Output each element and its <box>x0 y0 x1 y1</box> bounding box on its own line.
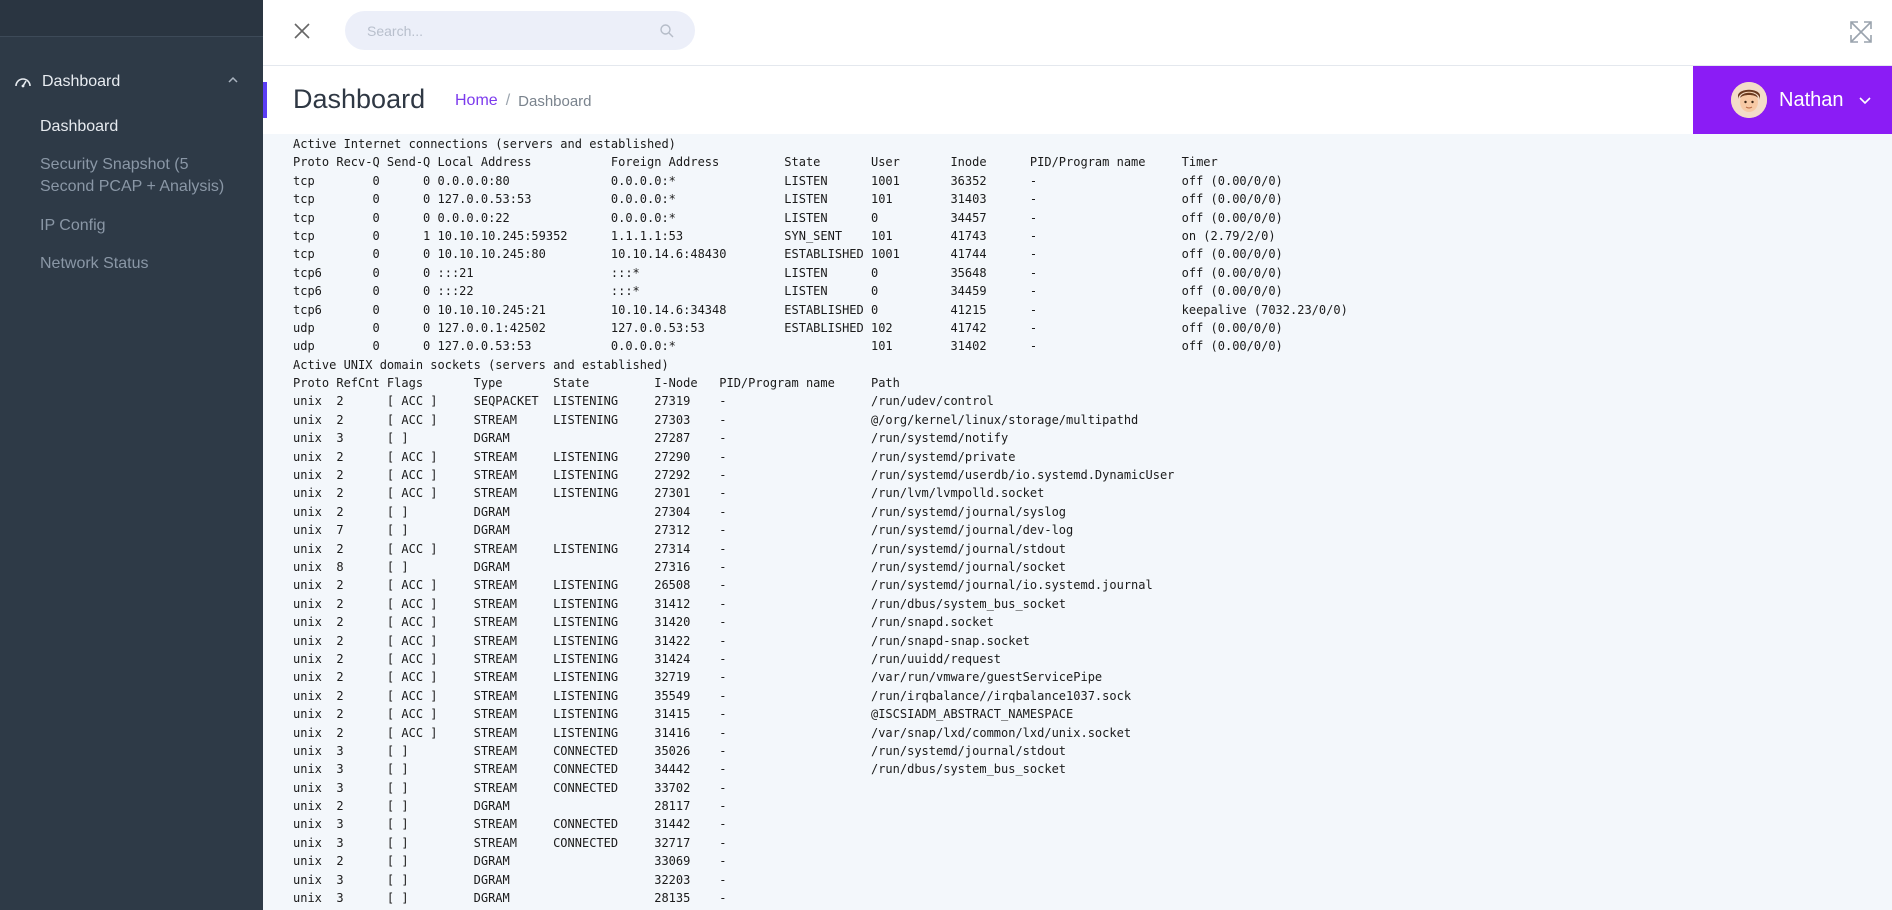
output-line: tcp 0 0 0.0.0.0:22 0.0.0.0:* LISTEN 0 34… <box>293 210 1283 225</box>
output-line: unix 2 [ ACC ] STREAM LISTENING 27303 - … <box>293 412 1139 427</box>
sidebar-header <box>0 0 263 37</box>
sidebar: Dashboard Dashboard Security Snapshot (5… <box>0 0 263 910</box>
user-name: Nathan <box>1779 88 1844 111</box>
search-box <box>345 11 695 50</box>
breadcrumb-separator: / <box>505 92 511 109</box>
breadcrumb: Home / Dashboard <box>455 92 592 110</box>
dashboard-gauge-icon <box>15 78 31 88</box>
output-line: unix 2 [ ACC ] STREAM LISTENING 27314 - … <box>293 541 1067 556</box>
user-menu[interactable]: Nathan <box>1693 66 1892 134</box>
output-line: tcp 0 0 127.0.0.53:53 0.0.0.0:* LISTEN 1… <box>293 192 1283 207</box>
search-icon[interactable] <box>659 23 675 39</box>
output-line: unix 2 [ ACC ] STREAM LISTENING 31416 - … <box>293 725 1132 740</box>
sidebar-item-network-status[interactable]: Network Status <box>40 253 240 275</box>
netstat-output: Active Internet connections (servers and… <box>293 135 1873 910</box>
output-line: unix 2 [ ACC ] STREAM LISTENING 27290 - … <box>293 449 1016 464</box>
output-line: unix 2 [ ACC ] SEQPACKET LISTENING 27319… <box>293 394 994 409</box>
output-line: unix 2 [ ] DGRAM 33069 - <box>293 854 727 869</box>
output-line: unix 3 [ ] DGRAM 28135 - <box>293 891 727 906</box>
output-line: unix 2 [ ACC ] STREAM LISTENING 35549 - … <box>293 688 1132 703</box>
output-line: tcp 0 1 10.10.10.245:59352 1.1.1.1:53 SY… <box>293 228 1276 243</box>
output-line: tcp6 0 0 :::22 :::* LISTEN 0 34459 - off… <box>293 284 1283 299</box>
page-title: Dashboard <box>293 84 426 114</box>
output-line: Proto RefCnt Flags Type State I-Node PID… <box>293 376 900 391</box>
output-line: Proto Recv-Q Send-Q Local Address Foreig… <box>293 155 1218 170</box>
breadcrumb-current: Dashboard <box>518 92 592 110</box>
output-line: unix 3 [ ] STREAM CONNECTED 33702 - <box>293 780 727 795</box>
avatar <box>1731 82 1767 118</box>
output-line: unix 3 [ ] DGRAM 27287 - /run/systemd/no… <box>293 431 1009 446</box>
output-line: unix 2 [ ACC ] STREAM LISTENING 27292 - … <box>293 468 1175 483</box>
output-line: Active UNIX domain sockets (servers and … <box>293 357 669 372</box>
close-icon[interactable] <box>293 22 311 40</box>
output-line: unix 3 [ ] STREAM CONNECTED 31442 - <box>293 817 727 832</box>
sidebar-group-label: Dashboard <box>42 73 121 90</box>
chevron-up-icon[interactable] <box>227 74 239 86</box>
sidebar-item-ip-config[interactable]: IP Config <box>40 215 240 237</box>
output-line: tcp 0 0 0.0.0.0:80 0.0.0.0:* LISTEN 1001… <box>293 173 1283 188</box>
output-line: unix 2 [ ACC ] STREAM LISTENING 32719 - … <box>293 670 1103 685</box>
output-line: unix 3 [ ] STREAM CONNECTED 35026 - /run… <box>293 743 1067 758</box>
page-header-accent <box>263 82 267 118</box>
output-line: unix 2 [ ACC ] STREAM LISTENING 31412 - … <box>293 596 1067 611</box>
output-line: tcp 0 0 10.10.10.245:80 10.10.14.6:48430… <box>293 247 1283 262</box>
output-line: unix 3 [ ] STREAM CONNECTED 34442 - /run… <box>293 762 1067 777</box>
output-line: unix 2 [ ACC ] STREAM LISTENING 26508 - … <box>293 578 1153 593</box>
output-line: unix 8 [ ] DGRAM 27316 - /run/systemd/jo… <box>293 559 1067 574</box>
output-line: udp 0 0 127.0.0.53:53 0.0.0.0:* 101 3140… <box>293 339 1283 354</box>
output-line: udp 0 0 127.0.0.1:42502 127.0.0.53:53 ES… <box>293 320 1283 335</box>
output-line: tcp6 0 0 :::21 :::* LISTEN 0 35648 - off… <box>293 265 1283 280</box>
page-header: Dashboard Home / Dashboard <box>263 66 1892 134</box>
breadcrumb-home-link[interactable]: Home <box>455 92 498 110</box>
output-line: unix 2 [ ACC ] STREAM LISTENING 31422 - … <box>293 633 1030 648</box>
fullscreen-icon[interactable] <box>1848 19 1874 45</box>
top-bar <box>263 0 1892 66</box>
output-line: Active Internet connections (servers and… <box>293 137 676 151</box>
output-line: unix 2 [ ACC ] STREAM LISTENING 27301 - … <box>293 486 1045 501</box>
output-line: unix 2 [ ACC ] STREAM LISTENING 31415 - … <box>293 707 1074 722</box>
output-line: unix 2 [ ] DGRAM 28117 - <box>293 799 727 814</box>
output-line: unix 3 [ ] DGRAM 32203 - <box>293 872 727 887</box>
output-line: unix 7 [ ] DGRAM 27312 - /run/systemd/jo… <box>293 523 1074 538</box>
sidebar-item-security-snapshot[interactable]: Security Snapshot (5 Second PCAP + Analy… <box>40 154 240 198</box>
output-line: unix 2 [ ] DGRAM 27304 - /run/systemd/jo… <box>293 504 1067 519</box>
output-line: tcp6 0 0 10.10.10.245:21 10.10.14.6:3434… <box>293 302 1348 317</box>
sidebar-group-dashboard[interactable]: Dashboard <box>0 62 263 102</box>
search-input[interactable] <box>365 21 659 40</box>
avatar-face-icon <box>1731 82 1767 118</box>
output-line: unix 2 [ ACC ] STREAM LISTENING 31424 - … <box>293 651 1002 666</box>
output-line: unix 2 [ ACC ] STREAM LISTENING 31420 - … <box>293 615 994 630</box>
chevron-down-icon[interactable] <box>1858 93 1872 107</box>
output-line: unix 3 [ ] STREAM CONNECTED 32717 - <box>293 835 727 850</box>
sidebar-item-dashboard[interactable]: Dashboard <box>40 116 240 138</box>
